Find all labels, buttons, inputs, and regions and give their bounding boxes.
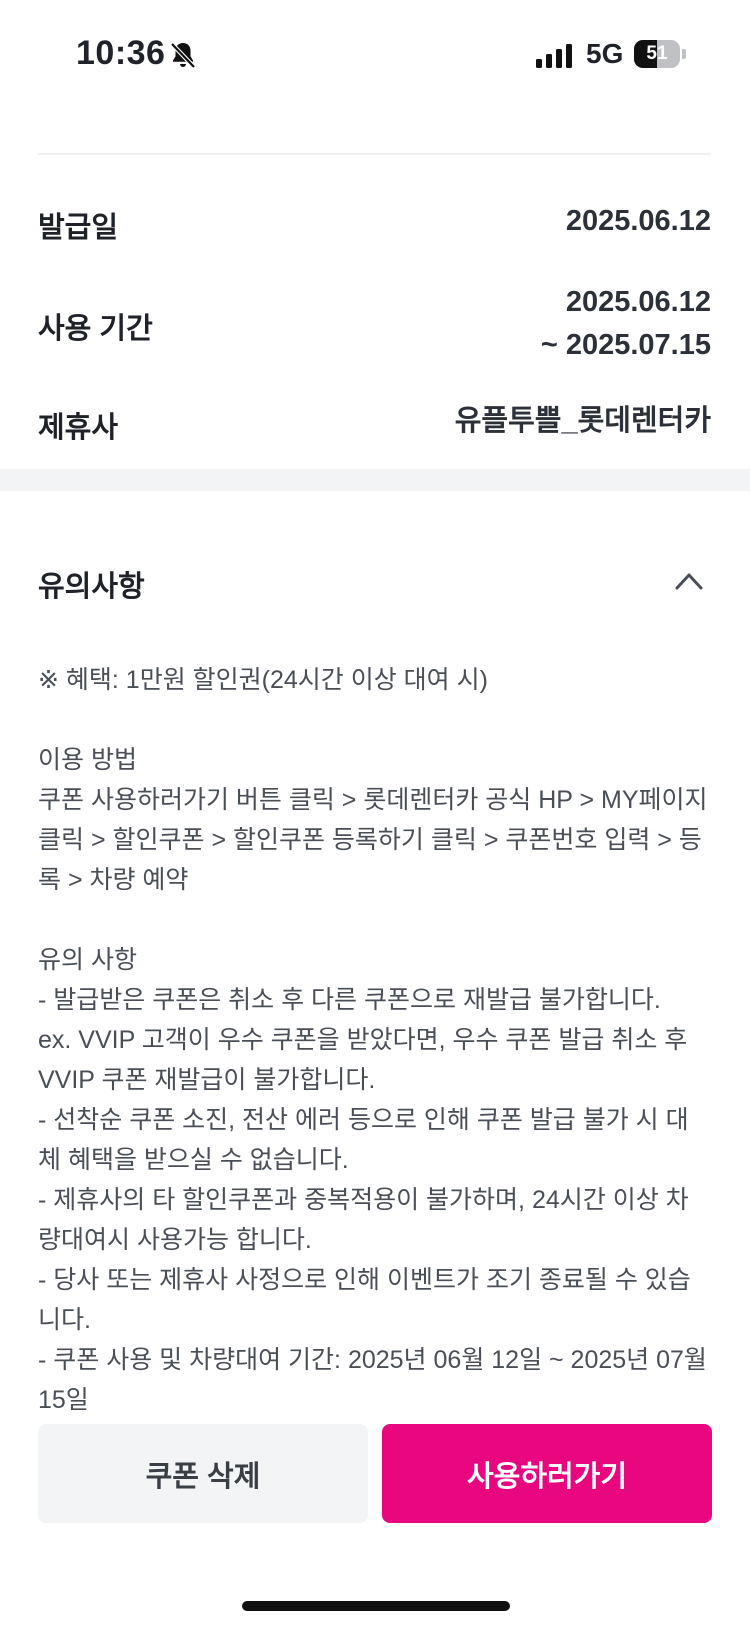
usage-period-start: 2025.06.12 (565, 286, 711, 318)
caution-item: - 쿠폰 사용 및 차량대여 기간: 2025년 06월 12일 ~ 2025년… (38, 1346, 707, 1414)
battery-level: 51 (646, 43, 668, 64)
usage-heading: 이용 방법 (38, 746, 137, 774)
partner-row: 제휴사 유플투쁠_롯데렌터카 (38, 400, 711, 450)
top-divider (38, 153, 711, 155)
notice-spacer (38, 700, 711, 740)
home-indicator (242, 1601, 510, 1611)
bell-slash-icon (170, 42, 196, 69)
caution-item: ex. VVIP 고객이 우수 쿠폰을 받았다면, 우수 쿠폰 발급 취소 후 … (38, 1026, 688, 1094)
caution-item: - 당사 또는 제휴사 사정으로 인해 이벤트가 조기 종료될 수 있습니다. (38, 1266, 691, 1334)
notice-benefit: ※ 혜택: 1만원 할인권(24시간 이상 대여 시) (38, 666, 488, 694)
section-divider (0, 469, 750, 491)
caution-heading: 유의 사항 (38, 946, 137, 974)
caution-item: - 선착순 쿠폰 소진, 전산 에러 등으로 인해 쿠폰 발급 불가 시 대체 … (38, 1106, 689, 1174)
delete-coupon-button[interactable]: 쿠폰 삭제 (38, 1424, 368, 1523)
chevron-up-icon[interactable] (674, 570, 704, 592)
usage-text: 쿠폰 사용하러가기 버튼 클릭 > 롯데렌터카 공식 HP > MY페이지 클릭… (38, 786, 708, 894)
usage-period-value: 2025.06.12 ~ 2025.07.15 (541, 281, 711, 367)
caution-item: - 발급받은 쿠폰은 취소 후 다른 쿠폰으로 재발급 불가합니다. (38, 986, 661, 1014)
battery-body: 51 (634, 40, 680, 68)
network-label: 5G (586, 38, 624, 69)
issue-date-row: 발급일 2025.06.12 (38, 200, 711, 250)
usage-period-row: 사용 기간 2025.06.12 ~ 2025.07.15 (38, 281, 711, 371)
usage-period-end: ~ 2025.07.15 (540, 329, 711, 361)
partner-value: 유플투쁠_롯데렌터카 (454, 405, 711, 437)
signal-icon (536, 44, 572, 68)
notice-spacer (38, 900, 711, 940)
partner-label: 제휴사 (38, 412, 119, 444)
issue-date-label: 발급일 (38, 212, 119, 244)
battery-cap (682, 49, 686, 59)
battery-icon: 51 (634, 40, 686, 68)
use-coupon-button[interactable]: 사용하러가기 (382, 1424, 712, 1523)
notice-title[interactable]: 유의사항 (38, 563, 145, 605)
status-time: 10:36 (76, 34, 166, 72)
notice-body: ※ 혜택: 1만원 할인권(24시간 이상 대여 시) 이용 방법 쿠폰 사용하… (38, 660, 711, 1415)
issue-date-value: 2025.06.12 (565, 205, 711, 237)
usage-period-label: 사용 기간 (38, 313, 153, 345)
status-bar: 10:36 5G 51 (0, 0, 750, 110)
caution-item: - 제휴사의 타 할인쿠폰과 중복적용이 불가하며, 24시간 이상 차량대여시… (38, 1186, 689, 1254)
